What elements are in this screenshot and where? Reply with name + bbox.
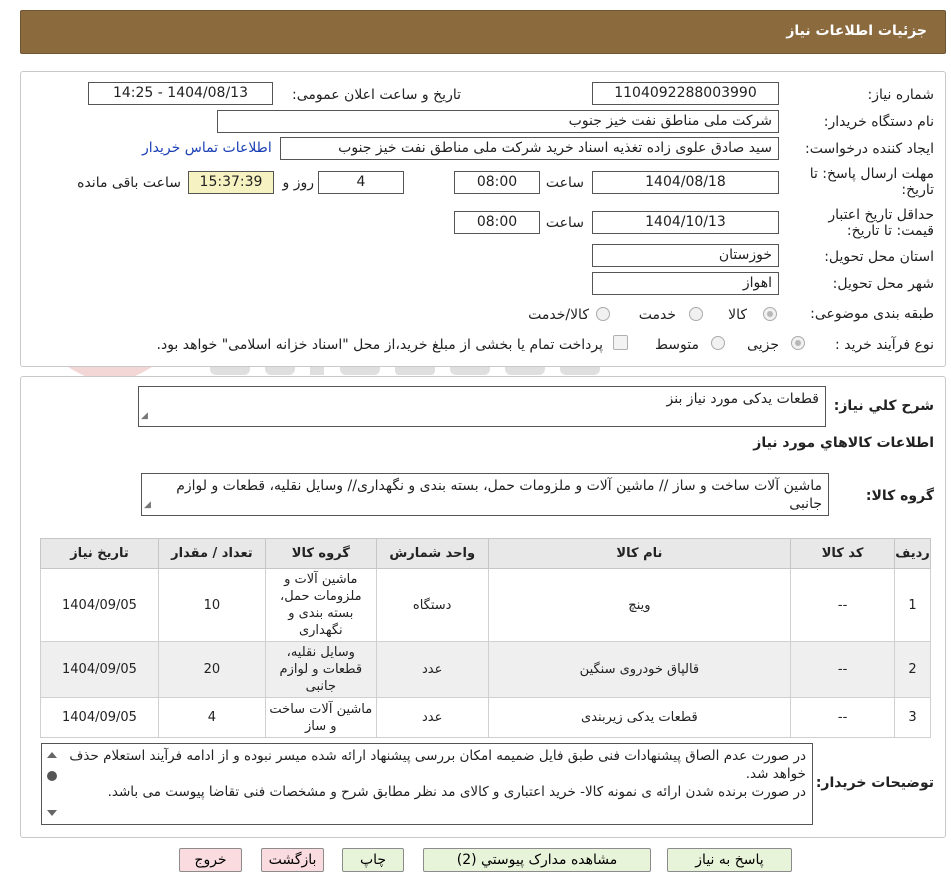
buyer-notes-line-1: در صورت عدم الصاق پیشنهادات فنی طبق فایل… <box>69 748 806 782</box>
resize-grip-icon[interactable]: ◢ <box>144 496 151 514</box>
validity-time-field: 08:00 <box>454 211 540 234</box>
cell-row: 1 <box>894 568 931 642</box>
cell-date: 1404/09/05 <box>40 641 159 698</box>
category-goods-service-radio[interactable] <box>596 307 610 321</box>
treasury-payment-checkbox[interactable] <box>613 335 628 350</box>
deadline-label: مهلت ارسال پاسخ: تا تاریخ: <box>809 166 934 198</box>
cell-group: وسایل نقلیه، قطعات و لوازم جانبی <box>264 641 377 698</box>
city-field: اهواز <box>592 272 779 295</box>
cell-name: وینچ <box>487 568 792 642</box>
cell-qty: 20 <box>157 641 266 698</box>
cell-name: قطعات یدکی زیربندی <box>487 697 792 738</box>
goods-group-label: گروه کالا: <box>865 488 934 504</box>
col-name: نام کالا <box>487 538 792 569</box>
category-goods-label: کالا <box>728 307 747 323</box>
deadline-time-label: ساعت <box>545 175 584 191</box>
category-goods-radio[interactable] <box>763 307 777 321</box>
cell-code: -- <box>790 641 896 698</box>
table-row[interactable]: 1 -- وینچ دستگاه ماشین آلات و ملزومات حم… <box>40 568 931 642</box>
exit-button[interactable]: خروج <box>179 848 242 872</box>
need-number-label: شماره نیاز: <box>867 87 935 103</box>
city-label: شهر محل تحویل: <box>832 276 934 292</box>
buyer-notes-textarea[interactable]: در صورت عدم الصاق پیشنهادات فنی طبق فایل… <box>41 743 813 825</box>
category-label: طبقه بندی موضوعی: <box>810 306 934 322</box>
category-service-label: خدمت <box>638 307 676 323</box>
announce-date-label: تاریخ و ساعت اعلان عمومی: <box>292 87 461 103</box>
province-field: خوزستان <box>592 244 779 267</box>
process-minor-label: جزیی <box>747 337 779 353</box>
cell-code: -- <box>790 697 896 738</box>
cell-unit: عدد <box>375 697 489 738</box>
need-number-field: 1104092288003990 <box>592 82 779 105</box>
back-button[interactable]: بازگشت <box>261 848 324 872</box>
creator-label: ایجاد کننده درخواست: <box>805 141 934 157</box>
cell-code: -- <box>790 568 896 642</box>
table-header-row: ردیف کد کالا نام کالا واحد شمارش گروه کا… <box>40 538 931 569</box>
cell-qty: 10 <box>157 568 266 642</box>
cell-unit: دستگاه <box>375 568 489 642</box>
treasury-payment-note: پرداخت تمام یا بخشی از مبلغ خرید،از محل … <box>156 337 603 353</box>
summary-textarea[interactable]: قطعات یدکی مورد نیاز بنز ◢ <box>138 386 826 427</box>
cell-row: 2 <box>894 641 931 698</box>
cell-row: 3 <box>894 697 931 738</box>
page-title: جزئیات اطلاعات نیاز <box>786 23 927 39</box>
validity-date-field: 1404/10/13 <box>592 211 779 234</box>
col-group: گروه کالا <box>264 538 377 569</box>
col-date: تاریخ نیاز <box>40 538 159 569</box>
creator-field: سید صادق علوی زاده تغذیه اسناد خرید شرکت… <box>280 137 779 160</box>
summary-text: قطعات یدکی مورد نیاز بنز <box>666 391 819 407</box>
validity-label: حداقل تاریخ اعتبار قیمت: تا تاریخ: <box>828 207 934 239</box>
cell-group: ماشین آلات ساخت و ساز <box>264 697 377 738</box>
buyer-org-field: شرکت ملی مناطق نفت خیز جنوب <box>217 110 779 133</box>
summary-label: شرح کلي نياز: <box>833 398 934 414</box>
table-row[interactable]: 3 -- قطعات یدکی زیربندی عدد ماشین آلات س… <box>40 697 931 738</box>
scrollbar[interactable] <box>44 746 60 822</box>
table-row[interactable]: 2 -- قالپاق خودروی سنگین عدد وسایل نقلیه… <box>40 641 931 698</box>
cell-name: قالپاق خودروی سنگین <box>487 641 792 698</box>
col-row: ردیف <box>894 538 931 569</box>
validity-time-label: ساعت <box>545 215 584 231</box>
buyer-notes-label: توضیحات خریدار: <box>815 775 934 791</box>
col-unit: واحد شمارش <box>375 538 489 569</box>
days-label: روز و <box>282 175 315 191</box>
process-medium-radio[interactable] <box>711 336 725 350</box>
goods-info-title: اطلاعات کالاهاي مورد نياز <box>753 435 934 451</box>
process-type-label: نوع فرآیند خرید : <box>835 337 934 353</box>
cell-qty: 4 <box>157 697 266 738</box>
cell-group: ماشین آلات و ملزومات حمل، بسته بندی و نگ… <box>264 568 377 642</box>
cell-unit: عدد <box>375 641 489 698</box>
process-minor-radio[interactable] <box>791 336 805 350</box>
category-goods-service-label: کالا/خدمت <box>528 307 589 323</box>
deadline-date-field: 1404/08/18 <box>592 171 779 194</box>
category-service-radio[interactable] <box>689 307 703 321</box>
page-header: جزئیات اطلاعات نیاز <box>20 10 946 54</box>
resize-grip-icon[interactable]: ◢ <box>141 407 148 425</box>
buyer-notes-line-2: در صورت برنده شدن ارائه ی نمونه کالا- خر… <box>107 784 806 800</box>
remaining-time-field: 15:37:39 <box>188 171 274 194</box>
announce-date-field: 1404/08/13 - 14:25 <box>88 82 273 105</box>
col-code: کد کالا <box>790 538 896 569</box>
items-table: ردیف کد کالا نام کالا واحد شمارش گروه کا… <box>40 538 931 738</box>
buyer-org-label: نام دستگاه خریدار: <box>823 114 934 130</box>
deadline-time-field: 08:00 <box>454 171 540 194</box>
print-button[interactable]: چاپ <box>342 848 404 872</box>
days-remaining-field: 4 <box>318 171 404 194</box>
attachments-button[interactable]: مشاهده مدارک پیوستي (2) <box>423 848 651 872</box>
goods-group-text: ماشین آلات ساخت و ساز // ماشین آلات و مل… <box>176 478 822 512</box>
cell-date: 1404/09/05 <box>40 697 159 738</box>
col-qty: تعداد / مقدار <box>157 538 266 569</box>
reply-button[interactable]: پاسخ به نیاز <box>667 848 792 872</box>
goods-group-textarea[interactable]: ماشین آلات ساخت و ساز // ماشین آلات و مل… <box>141 473 829 516</box>
province-label: استان محل تحویل: <box>824 249 934 265</box>
buyer-contact-link[interactable]: اطلاعات تماس خریدار <box>142 140 272 156</box>
process-medium-label: متوسط <box>655 337 699 353</box>
remaining-time-label: ساعت باقی مانده <box>77 175 181 191</box>
cell-date: 1404/09/05 <box>40 568 159 642</box>
